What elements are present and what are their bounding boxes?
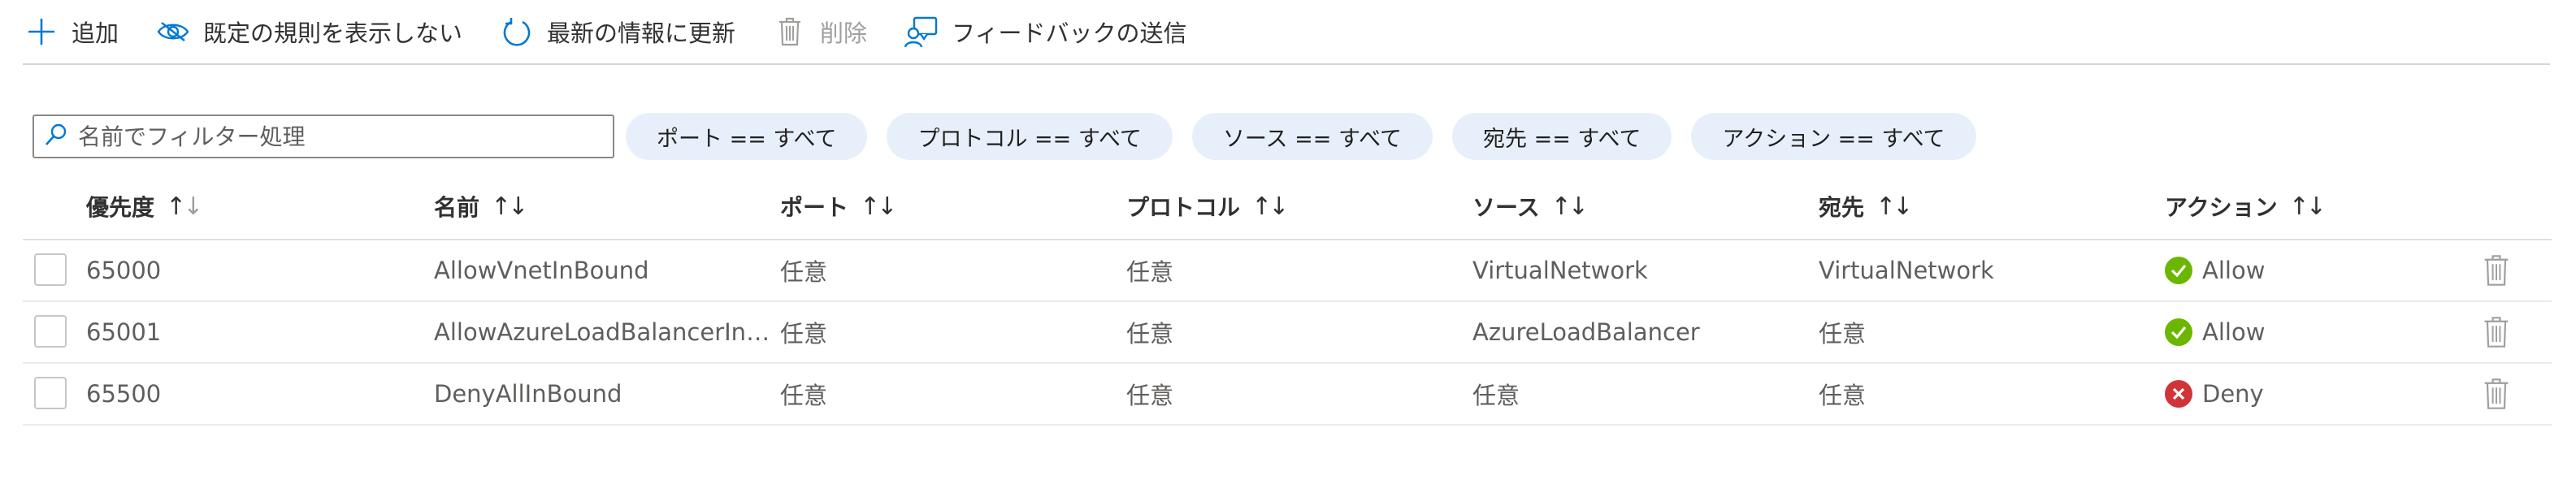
protocol-cell: 任意 (1126, 320, 1174, 348)
refresh-icon (498, 13, 536, 50)
column-header-label: 優先度 (86, 194, 155, 221)
row-checkbox[interactable] (34, 253, 67, 286)
column-header-label: プロトコル (1126, 194, 1241, 221)
sort-icon: ↑↓ (2288, 192, 2327, 221)
action-cell: Allow (2165, 302, 2265, 362)
action-cell: Deny (2165, 364, 2264, 424)
port-cell: 任意 (780, 382, 828, 409)
sort-icon: ↑↓ (166, 192, 203, 221)
name-cell[interactable]: AllowVnetInBound (434, 240, 649, 300)
add-button[interactable]: 追加 (23, 0, 119, 63)
add-button-label: 追加 (72, 19, 119, 47)
protocol-filter-pill[interactable]: プロトコル == すべて (887, 113, 1173, 160)
action-label: Allow (2202, 257, 2266, 284)
action-cell: Allow (2165, 240, 2265, 300)
destination-cell: 任意 (1819, 320, 1867, 348)
sort-icon: ↑↓ (1251, 192, 1289, 221)
search-icon (44, 123, 68, 150)
trash-icon (2484, 255, 2509, 286)
column-header-label: ポート (780, 194, 849, 221)
send-feedback-label: フィードバックの送信 (952, 19, 1187, 47)
port-cell: 任意 (780, 320, 828, 348)
refresh-button-label: 最新の情報に更新 (547, 19, 736, 47)
hide-default-rules-label: 既定の規則を表示しない (203, 19, 463, 47)
send-feedback-button[interactable]: フィードバックの送信 (903, 0, 1186, 63)
column-header-source[interactable]: ソース ↑↓ (1472, 174, 1589, 239)
delete-row-button[interactable] (2480, 377, 2513, 411)
sort-icon: ↑↓ (860, 192, 897, 221)
table-row[interactable]: 65500 DenyAllInBound 任意 任意 任意 任意 Deny (23, 364, 2552, 426)
column-header-label: ソース (1472, 194, 1540, 221)
column-header-action[interactable]: アクション ↑↓ (2165, 174, 2327, 239)
protocol-cell: 任意 (1126, 258, 1174, 286)
row-checkbox[interactable] (34, 315, 67, 348)
allow-check-icon (2165, 318, 2192, 346)
table-header: 優先度 ↑↓ 名前 ↑↓ ポート ↑↓ プロトコル ↑↓ ソース ↑↓ 宛先 ↑… (23, 174, 2552, 240)
deny-x-icon (2165, 380, 2192, 408)
priority-cell: 65001 (86, 318, 162, 346)
source-filter-pill[interactable]: ソース == すべて (1191, 113, 1433, 160)
feedback-icon (903, 13, 940, 50)
action-filter-pill[interactable]: アクション == すべて (1691, 113, 1976, 160)
allow-check-icon (2165, 257, 2192, 284)
column-header-port[interactable]: ポート ↑↓ (780, 174, 897, 239)
sort-icon: ↑↓ (1550, 192, 1589, 221)
table-row[interactable]: 65001 AllowAzureLoadBalancerIn… 任意 任意 Az… (23, 302, 2552, 364)
delete-row-button[interactable] (2480, 253, 2513, 287)
port-cell: 任意 (780, 258, 828, 286)
table-row[interactable]: 65000 AllowVnetInBound 任意 任意 VirtualNetw… (23, 240, 2552, 302)
source-cell: VirtualNetwork (1472, 257, 1648, 284)
trash-icon (771, 13, 809, 50)
row-checkbox[interactable] (34, 377, 67, 409)
delete-button[interactable]: 削除 (771, 0, 867, 63)
sort-icon: ↑↓ (1876, 192, 1913, 221)
name-cell[interactable]: AllowAzureLoadBalancerIn… (434, 302, 770, 362)
refresh-button[interactable]: 最新の情報に更新 (498, 0, 735, 63)
protocol-cell: 任意 (1126, 382, 1174, 409)
source-cell: 任意 (1472, 382, 1520, 409)
destination-cell: 任意 (1819, 382, 1867, 409)
command-bar: 追加 既定の規則を表示しない 最新の情報に更新 削除 フィードバックの送信 (23, 0, 2550, 65)
column-header-priority[interactable]: 優先度 ↑↓ (86, 174, 203, 239)
hide-default-rules-button[interactable]: 既定の規則を表示しない (154, 0, 462, 63)
column-header-label: 名前 (434, 194, 480, 221)
source-cell: AzureLoadBalancer (1472, 318, 1700, 346)
priority-cell: 65000 (86, 257, 162, 284)
port-filter-pill[interactable]: ポート == すべて (626, 113, 868, 160)
delete-row-button[interactable] (2480, 315, 2513, 349)
action-label: Allow (2202, 318, 2266, 346)
column-header-name[interactable]: 名前 ↑↓ (434, 174, 528, 239)
name-cell[interactable]: DenyAllInBound (434, 364, 622, 424)
priority-cell: 65500 (86, 380, 162, 408)
sort-icon: ↑↓ (491, 192, 528, 221)
filter-row: ポート == すべて プロトコル == すべて ソース == すべて 宛先 ==… (33, 112, 1996, 161)
column-header-label: アクション (2165, 194, 2278, 221)
action-label: Deny (2202, 380, 2264, 408)
destination-cell: VirtualNetwork (1819, 257, 1994, 284)
delete-button-label: 削除 (820, 19, 868, 47)
name-filter-box[interactable] (33, 115, 614, 158)
trash-icon (2484, 378, 2509, 409)
trash-icon (2484, 317, 2509, 348)
eye-hide-icon (154, 13, 192, 50)
security-rules-table: 優先度 ↑↓ 名前 ↑↓ ポート ↑↓ プロトコル ↑↓ ソース ↑↓ 宛先 ↑… (23, 174, 2552, 426)
name-filter-input[interactable] (76, 117, 613, 156)
column-header-protocol[interactable]: プロトコル ↑↓ (1126, 174, 1289, 239)
plus-icon (23, 13, 60, 50)
column-header-destination[interactable]: 宛先 ↑↓ (1819, 174, 1913, 239)
column-header-label: 宛先 (1819, 194, 1865, 221)
destination-filter-pill[interactable]: 宛先 == すべて (1452, 113, 1672, 160)
